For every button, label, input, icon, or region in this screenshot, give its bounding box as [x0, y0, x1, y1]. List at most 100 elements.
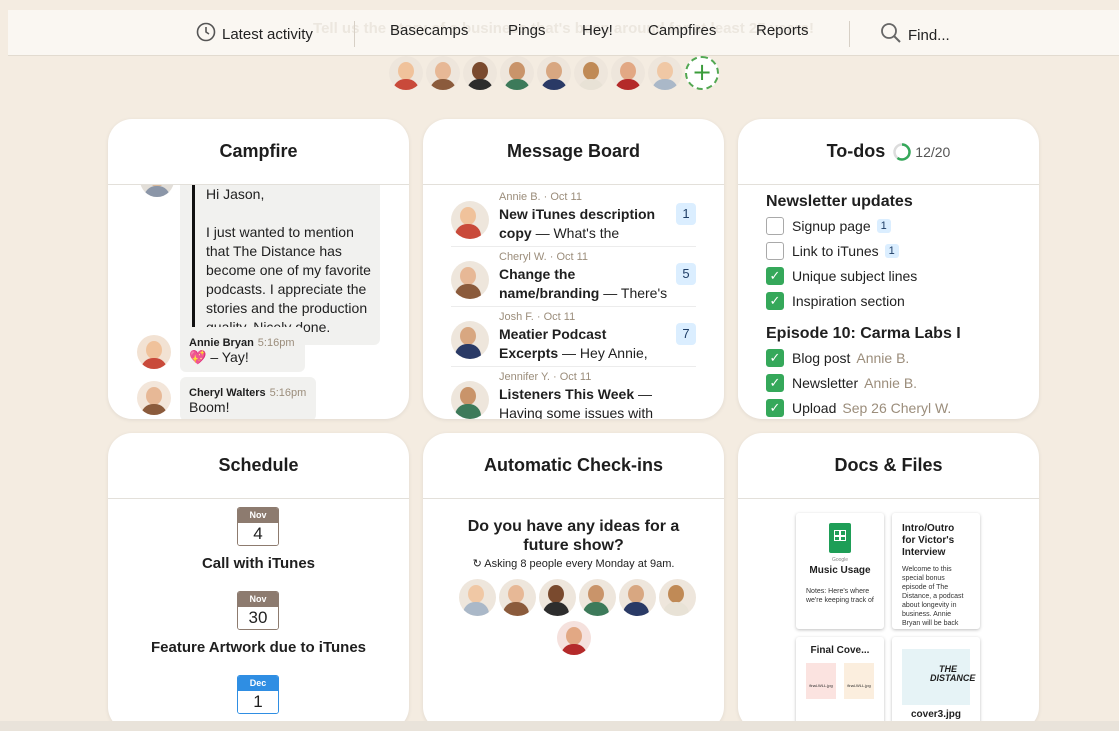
- doc-intro-outro[interactable]: Intro/Outro for Victor's Interview Welco…: [892, 513, 980, 629]
- clock-icon: [196, 22, 216, 46]
- nav-hey[interactable]: Hey!: [582, 22, 613, 39]
- checkins-card[interactable]: Automatic Check-ins Do you have any idea…: [423, 433, 724, 731]
- avatar-head: [398, 62, 414, 80]
- todo-item[interactable]: ✓ Newsletter Annie B.: [766, 374, 917, 392]
- avatar: [463, 56, 497, 90]
- avatar-body: [463, 602, 489, 616]
- message-time: 5:16pm: [257, 337, 295, 349]
- todo-list-title[interactable]: Episode 10: Carma Labs I: [766, 325, 961, 343]
- campfire-card[interactable]: Campfire Hi Jason, I just wanted to ment…: [108, 119, 409, 419]
- checkbox[interactable]: [766, 217, 784, 235]
- avatar: [426, 56, 460, 90]
- comment-count-badge: 5: [676, 263, 696, 285]
- heart-emoji-icon: 💖: [189, 349, 207, 365]
- message-preview[interactable]: New iTunes description copy — What's the…: [499, 205, 669, 243]
- avatar-body: [623, 602, 649, 616]
- message-author: Annie Bryan: [189, 337, 254, 349]
- todo-item[interactable]: ✓ Unique subject lines: [766, 267, 917, 285]
- quote-line: [206, 204, 372, 223]
- add-person-button[interactable]: +: [685, 56, 719, 90]
- message-excerpt: — There's: [599, 285, 668, 301]
- avatar: [574, 56, 608, 90]
- participant-avatar: [579, 579, 616, 616]
- cover-art-text: THE DISTANCE: [930, 664, 976, 683]
- nav-pings[interactable]: Pings: [508, 22, 546, 39]
- avatar-head: [546, 62, 562, 80]
- file-cover3[interactable]: THE DISTANCE cover3.jpg: [892, 637, 980, 731]
- nav-campfires[interactable]: Campfires: [648, 22, 716, 39]
- checkin-question[interactable]: Do you have any ideas for a future show?: [453, 517, 694, 555]
- avatar-head: [509, 62, 525, 80]
- avatar-head: [668, 585, 684, 603]
- avatar-body: [543, 602, 569, 616]
- avatar: [500, 56, 534, 90]
- checkbox[interactable]: [766, 242, 784, 260]
- schedule-event[interactable]: Call with iTunes: [108, 555, 409, 572]
- schedule-title: Schedule: [108, 433, 409, 499]
- calendar-date-icon: Nov 30: [237, 591, 279, 630]
- avatar-head: [548, 585, 564, 603]
- message-time: 5:16pm: [269, 387, 307, 399]
- avatar-body: [503, 602, 529, 616]
- avatar-body: [430, 79, 456, 90]
- nav-reports[interactable]: Reports: [756, 22, 809, 39]
- nav-latest-activity[interactable]: Latest activity: [196, 22, 313, 46]
- docs-files-card[interactable]: Docs & Files Google Music Usage Notes: H…: [738, 433, 1039, 731]
- doc-title: Music Usage: [809, 565, 871, 576]
- message-divider: [451, 366, 696, 367]
- checked-checkbox[interactable]: ✓: [766, 292, 784, 310]
- progress-ring-icon: [893, 142, 912, 161]
- todos-header: To-dos 12/20: [738, 119, 1039, 185]
- message-author-avatar: [451, 201, 489, 239]
- avatar: [611, 56, 645, 90]
- folder-final-covers[interactable]: Final Cove... final-WLL.jpg final-WLL.jp…: [796, 637, 884, 731]
- avatar-body: [583, 602, 609, 616]
- todo-item[interactable]: Link to iTunes 1: [766, 242, 899, 260]
- nav-divider: [849, 21, 850, 47]
- participant-avatar: [459, 579, 496, 616]
- todo-item[interactable]: ✓ Blog post Annie B.: [766, 349, 909, 367]
- todos-card[interactable]: To-dos 12/20 Newsletter updates Signup pa…: [738, 119, 1039, 419]
- avatar-body: [455, 224, 481, 239]
- campfire-message: Cheryl Walters 5:16pm Boom!: [180, 377, 317, 419]
- message-preview[interactable]: Meatier Podcast Excerpts — Hey Annie, Th…: [499, 325, 669, 363]
- folder-title: Final Cove...: [810, 645, 870, 656]
- message-preview[interactable]: Change the name/branding — There's: [499, 265, 669, 303]
- nav-divider: [354, 21, 355, 47]
- avatar: [389, 56, 423, 90]
- calendar-day: 1: [238, 691, 278, 713]
- message-preview[interactable]: Listeners This Week — Having some issues…: [499, 385, 669, 419]
- docs-title: Docs & Files: [738, 433, 1039, 499]
- google-badge: Google: [831, 557, 849, 563]
- todo-label: Blog post: [792, 350, 851, 366]
- checked-checkbox[interactable]: ✓: [766, 349, 784, 367]
- avatar-head: [588, 585, 604, 603]
- checkin-schedule: ↻ Asking 8 people every Monday at 9am.: [423, 557, 724, 570]
- doc-music-usage[interactable]: Google Music Usage Notes: Here's where w…: [796, 513, 884, 629]
- todo-assignee: Annie B.: [864, 375, 918, 391]
- message-board-card[interactable]: Message Board Annie B. · Oct 11 New iTune…: [423, 119, 724, 419]
- nav-basecamps[interactable]: Basecamps: [390, 22, 468, 39]
- todo-label: Unique subject lines: [792, 268, 918, 284]
- message-author-avatar: [451, 261, 489, 299]
- nav-find[interactable]: Find...: [880, 22, 950, 48]
- message-board-title: Message Board: [423, 119, 724, 185]
- checked-checkbox[interactable]: ✓: [766, 374, 784, 392]
- todo-item[interactable]: ✓ Inspiration section: [766, 292, 905, 310]
- todo-item[interactable]: ✓ Upload Sep 26 Cheryl W.: [766, 399, 951, 417]
- calendar-month: Nov: [238, 508, 278, 523]
- todo-item[interactable]: Signup page 1: [766, 217, 891, 235]
- todo-assignee: Sep 26 Cheryl W.: [842, 400, 952, 416]
- avatar-body: [455, 404, 481, 419]
- schedule-event[interactable]: Feature Artwork due to iTunes: [108, 639, 409, 656]
- todo-list-title[interactable]: Newsletter updates: [766, 193, 913, 211]
- campfire-quote-message: Hi Jason, I just wanted to mention that …: [180, 185, 380, 345]
- file-title: cover3.jpg: [910, 709, 962, 720]
- schedule-card[interactable]: Schedule Nov 4 Call with iTunes Nov 30 Featur…: [108, 433, 409, 731]
- avatar-body: [615, 79, 641, 90]
- message-divider: [451, 246, 696, 247]
- checked-checkbox[interactable]: ✓: [766, 267, 784, 285]
- avatar-head: [460, 387, 476, 405]
- checked-checkbox[interactable]: ✓: [766, 399, 784, 417]
- campfire-avatar: [140, 185, 174, 197]
